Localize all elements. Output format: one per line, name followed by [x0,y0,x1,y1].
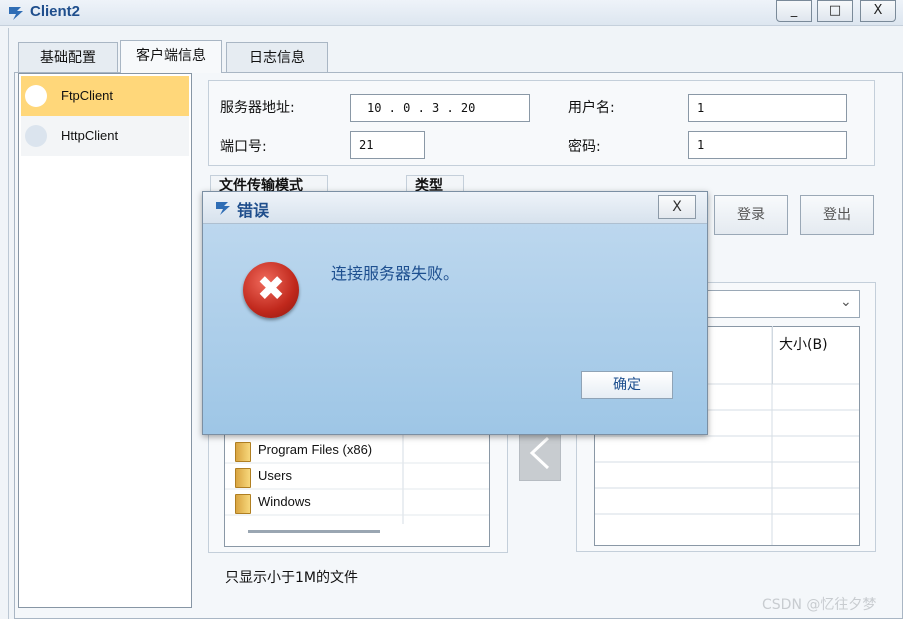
client-item-label: FtpClient [61,88,114,103]
app-icon [9,7,23,20]
list-item[interactable]: Users [232,464,402,490]
app-icon [216,202,230,215]
list-item[interactable]: Windows [232,490,402,516]
dialog-title-bar: 错误 X [203,192,707,224]
password-label: 密码: [568,139,601,155]
file-name: Users [258,468,292,483]
port-input[interactable]: 21 [350,131,425,159]
server-address-label: 服务器地址: [220,100,295,116]
login-button[interactable]: 登录 [714,195,788,235]
close-button[interactable]: X [860,0,896,22]
file-name: Windows [258,494,311,509]
folder-icon [235,442,251,462]
client-list: FtpClient HttpClient [18,73,192,608]
username-input[interactable]: 1 [688,94,847,122]
logout-button[interactable]: 登出 [800,195,874,235]
chevron-down-icon[interactable]: ⌄ [840,294,852,310]
file-name: Program Files (x86) [258,442,373,457]
minimize-button[interactable]: _ [776,0,812,22]
tab-log-info[interactable]: 日志信息 [226,42,328,72]
title-bar [0,0,903,26]
maximize-button[interactable]: □ [817,0,853,22]
folder-icon [235,468,251,488]
filter-note: 只显示小于1M的文件 [225,570,358,586]
port-label: 端口号: [220,139,267,155]
ok-button[interactable]: 确定 [581,371,673,399]
folder-icon [235,494,251,514]
client-dot-icon [25,125,47,147]
dialog-title: 错误 [237,201,270,220]
client-dot-icon [25,85,47,107]
horizontal-scrollbar[interactable] [248,530,380,533]
list-item[interactable]: Program Files (x86) [232,438,402,464]
watermark: CSDN @忆往夕梦 [762,597,877,613]
dialog-body: ✖ 连接服务器失败。 确定 [203,224,707,434]
dialog-close-button[interactable]: X [658,195,696,219]
error-icon: ✖ [243,262,299,318]
client-item-http[interactable]: HttpClient [21,116,189,156]
window-title: Client2 [30,3,81,20]
password-input[interactable]: 1 [688,131,847,159]
server-address-input[interactable]: 10 . 0 . 3 . 20 [350,94,530,122]
tab-client-info[interactable]: 客户端信息 [120,40,222,73]
client-item-ftp[interactable]: FtpClient [21,76,189,116]
username-label: 用户名: [568,100,615,116]
client-item-label: HttpClient [61,128,119,143]
size-column-header[interactable]: 大小(B) [772,326,860,384]
dialog-message: 连接服务器失败。 [331,264,460,283]
error-dialog: 错误 X ✖ 连接服务器失败。 确定 [202,191,708,435]
tab-basic-config[interactable]: 基础配置 [18,42,118,72]
